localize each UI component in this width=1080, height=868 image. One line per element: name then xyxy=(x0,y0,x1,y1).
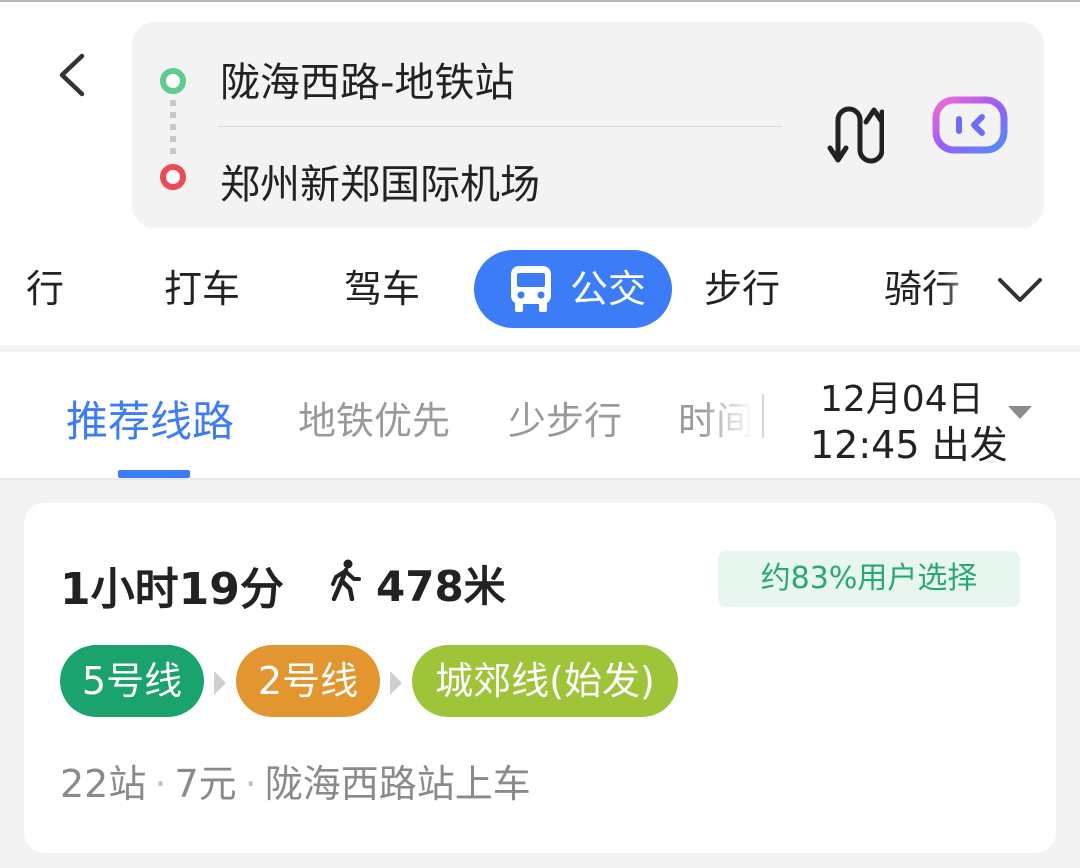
mode-walk[interactable]: 步行 xyxy=(704,246,780,332)
tab-subway-first[interactable]: 地铁优先 xyxy=(298,390,450,445)
walking-distance: 478米 xyxy=(376,562,506,611)
departure-time[interactable]: 12:45 出发 xyxy=(810,414,1008,469)
route-meta: 22站 · 7元 · 陇海西路站上车 xyxy=(60,762,531,806)
trip-duration: 1小时19分 xyxy=(60,564,284,615)
route-input-panel: 陇海西路-地铁站 郑州新郑国际机场 xyxy=(132,22,1044,228)
route-header: 陇海西路-地铁站 郑州新郑国际机场 行 打车 驾车 公交 步行 骑行 xyxy=(0,2,1080,345)
transfer-arrow xyxy=(214,671,226,695)
stop-count: 22站 xyxy=(60,762,147,806)
mode-drive[interactable]: 驾车 xyxy=(344,246,420,332)
boarding-station: 陇海西路站上车 xyxy=(264,762,531,806)
back-icon[interactable] xyxy=(48,50,98,100)
end-point-icon xyxy=(160,164,186,190)
travel-mode-bar: 行 打车 驾车 公交 步行 骑行 xyxy=(0,246,1080,332)
bus-icon xyxy=(511,266,551,312)
voice-assistant-icon[interactable] xyxy=(932,96,1008,154)
chevron-down-icon[interactable] xyxy=(996,270,1044,310)
route-result-card[interactable]: 1小时19分 478米 约83%用户选择 5号线 2号线 城郊线(始发) 22站… xyxy=(24,503,1056,853)
line-pill-5: 5号线 xyxy=(60,645,204,717)
route-preference-tabs: 推荐线路 地铁优先 少步行 时间 12月04日 12:45 出发 xyxy=(0,352,1080,480)
route-connector xyxy=(170,100,176,158)
tab-recommended[interactable]: 推荐线路 xyxy=(66,388,234,449)
tabs-separator xyxy=(762,394,764,438)
transfer-arrow xyxy=(390,671,402,695)
swap-icon[interactable] xyxy=(824,100,884,170)
start-point-icon xyxy=(160,68,186,94)
mode-bar-fade xyxy=(942,246,1002,332)
tabs-fade xyxy=(700,382,766,452)
mode-taxi[interactable]: 打车 xyxy=(164,246,240,332)
mode-prev-partial[interactable]: 行 xyxy=(26,246,64,332)
line-pill-suburban: 城郊线(始发) xyxy=(412,645,678,717)
field-divider xyxy=(218,126,782,127)
origin-field[interactable]: 陇海西路-地铁站 xyxy=(220,50,514,108)
mode-transit-label: 公交 xyxy=(570,267,647,311)
destination-field[interactable]: 郑州新郑国际机场 xyxy=(220,152,540,210)
popularity-badge: 约83%用户选择 xyxy=(718,551,1020,607)
fare: 7元 xyxy=(174,762,237,806)
mode-transit[interactable]: 公交 xyxy=(474,250,673,328)
walking-icon xyxy=(331,559,361,601)
dropdown-caret-icon[interactable] xyxy=(1008,406,1032,419)
tab-less-walking[interactable]: 少步行 xyxy=(508,390,622,445)
line-pill-2: 2号线 xyxy=(236,645,380,717)
active-tab-indicator xyxy=(118,470,190,478)
